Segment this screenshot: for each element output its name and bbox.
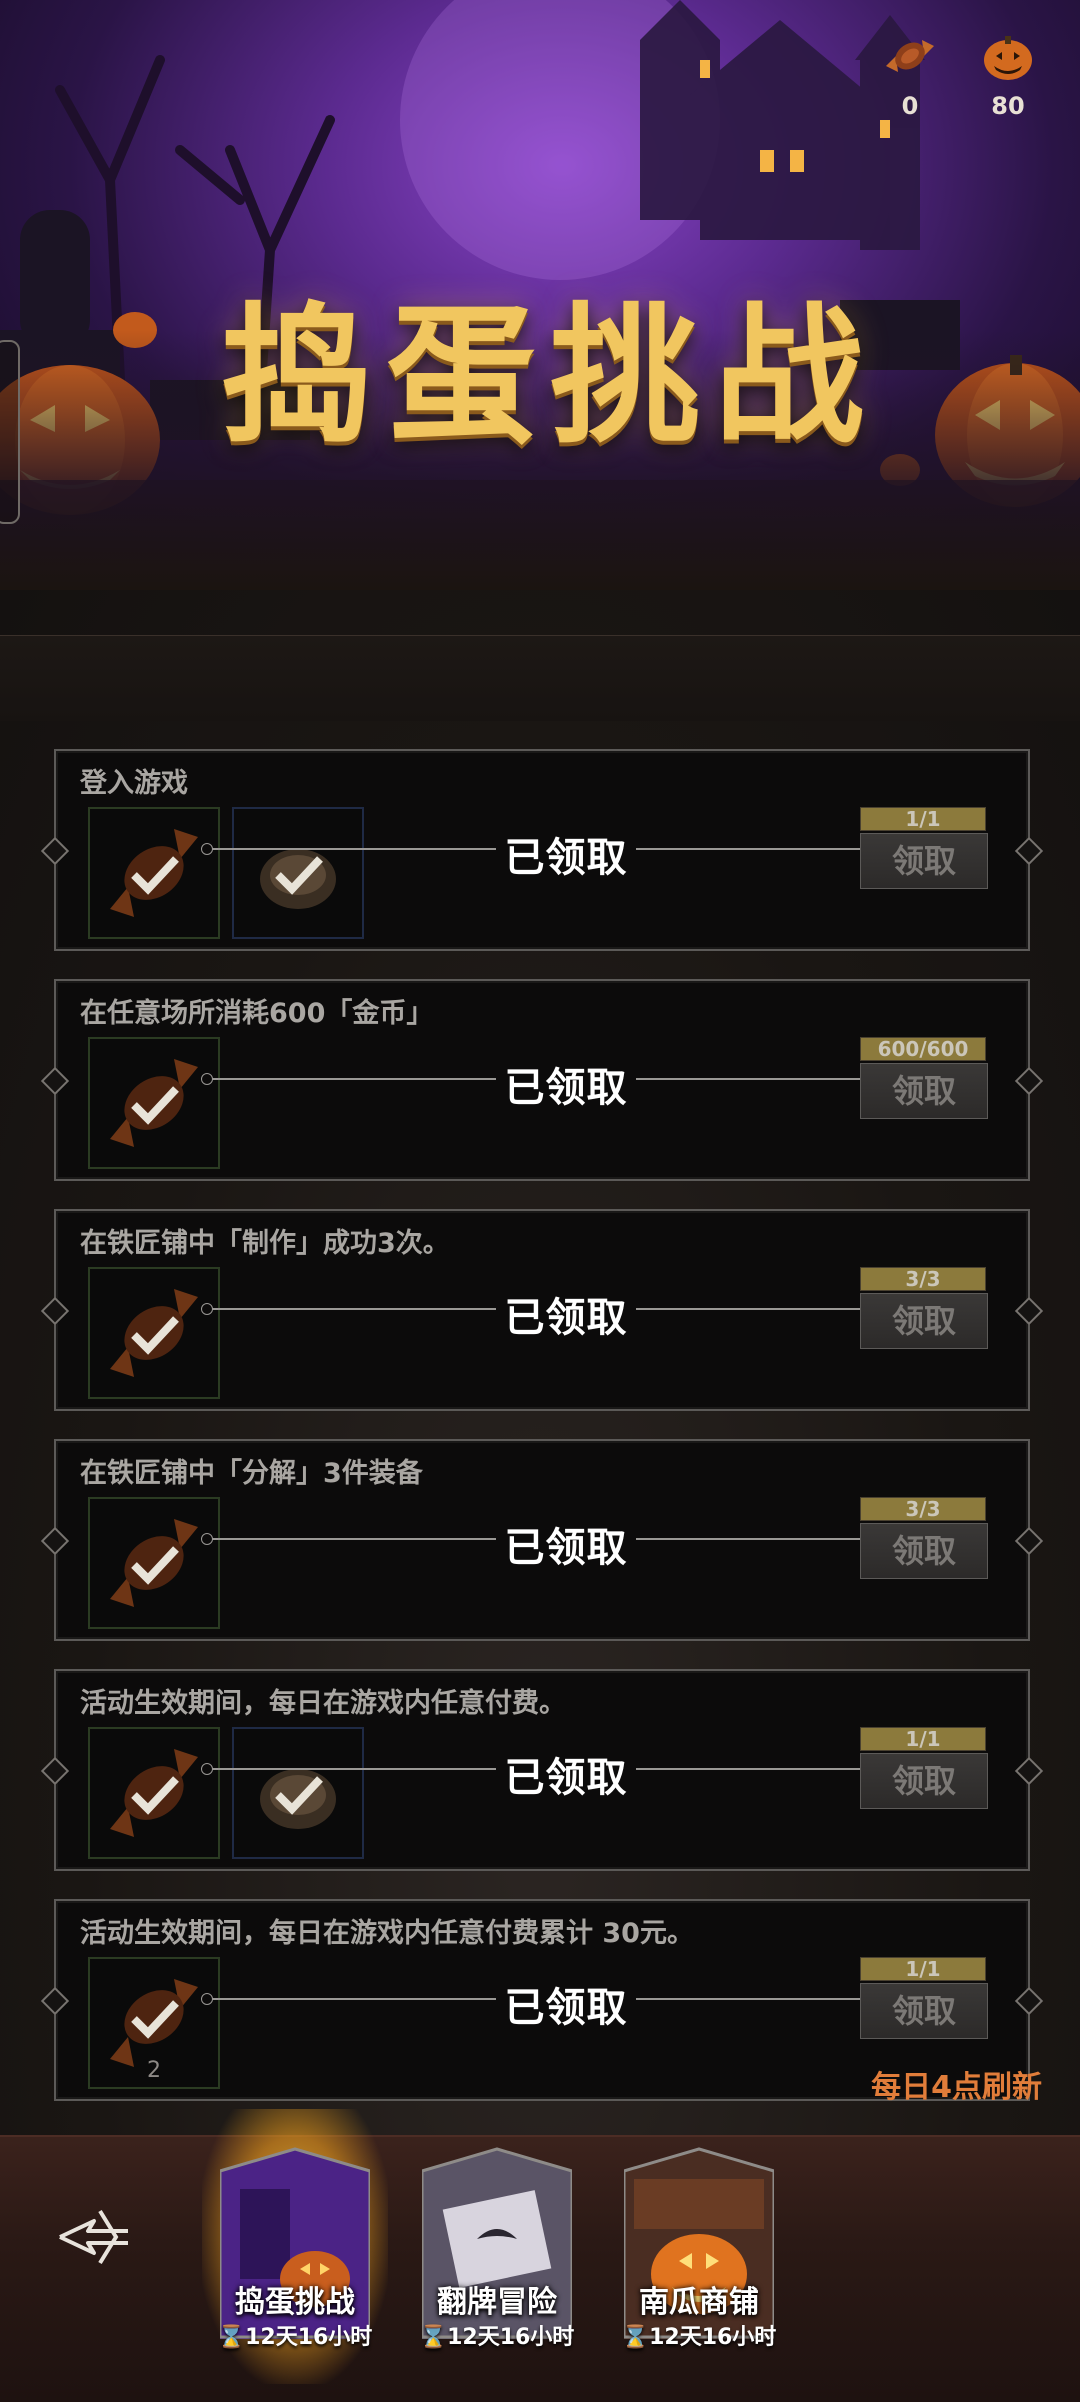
- claimed-status: 已领取: [504, 1985, 628, 2031]
- reward-slot[interactable]: [88, 1497, 220, 1629]
- coin-pouch-icon: [260, 849, 336, 909]
- side-drawer-handle[interactable]: [0, 340, 20, 524]
- task-card: 活动生效期间，每日在游戏内任意付费。 已领取 1/1 领取: [40, 1669, 1044, 1871]
- task-card: 登入游戏 已领取 1/1 领取: [40, 749, 1044, 951]
- reward-count: 2: [147, 2058, 161, 2083]
- candy-icon: [110, 1749, 198, 1837]
- reward-slot[interactable]: [88, 1037, 220, 1169]
- task-progress: 1/1: [860, 1727, 986, 1751]
- task-title: 活动生效期间，每日在游戏内任意付费。: [80, 1688, 566, 1719]
- task-title: 在铁匠铺中「分解」3件装备: [80, 1458, 423, 1489]
- candy-icon: [880, 26, 940, 86]
- candy-icon: [110, 1059, 198, 1147]
- claimed-status: 已领取: [504, 835, 628, 881]
- event-title: 捣蛋挑战: [221, 288, 878, 464]
- task-title: 在铁匠铺中「制作」成功3次。: [80, 1228, 450, 1259]
- claim-button[interactable]: 领取: [860, 1523, 988, 1579]
- tab-card-flip-adventure[interactable]: 翻牌冒险 ⌛12天16小时: [420, 2129, 574, 2350]
- candy-icon: [110, 1289, 198, 1377]
- task-title: 登入游戏: [80, 768, 188, 799]
- task-progress: 1/1: [860, 1957, 986, 1981]
- claim-button[interactable]: 领取: [860, 1983, 988, 2039]
- task-progress: 3/3: [860, 1497, 986, 1521]
- tab-timer: ⌛12天16小时: [621, 2325, 777, 2350]
- tab-prank-challenge[interactable]: 捣蛋挑战 ⌛12天16小时: [202, 2109, 388, 2384]
- reward-slot[interactable]: [232, 807, 364, 939]
- tab-timer: ⌛12天16小时: [217, 2325, 373, 2350]
- task-progress: 600/600: [860, 1037, 986, 1061]
- reward-slot[interactable]: [88, 807, 220, 939]
- candy-count: 0: [901, 92, 919, 120]
- claimed-status: 已领取: [504, 1755, 628, 1801]
- pumpkin-count: 80: [991, 92, 1025, 120]
- claim-button[interactable]: 领取: [860, 1753, 988, 1809]
- reward-slot[interactable]: [232, 1727, 364, 1859]
- claim-button[interactable]: 领取: [860, 1293, 988, 1349]
- task-title: 活动生效期间，每日在游戏内任意付费累计 30元。: [80, 1918, 694, 1949]
- back-arrow-icon[interactable]: [54, 2197, 134, 2277]
- candy-icon: [110, 1519, 198, 1607]
- task-progress: 1/1: [860, 807, 986, 831]
- pumpkin-currency[interactable]: 80: [973, 26, 1043, 120]
- tab-pumpkin-shop[interactable]: 南瓜商铺 ⌛12天16小时: [622, 2129, 776, 2350]
- tab-label: 南瓜商铺: [639, 2285, 759, 2320]
- tab-timer: ⌛12天16小时: [419, 2325, 575, 2350]
- candy-icon: [110, 829, 198, 917]
- reward-slot[interactable]: [88, 1267, 220, 1399]
- claimed-status: 已领取: [504, 1295, 628, 1341]
- task-progress: 3/3: [860, 1267, 986, 1291]
- event-banner: 捣蛋挑战 0 80: [0, 0, 1080, 590]
- coin-pouch-icon: [260, 1769, 336, 1829]
- claimed-status: 已领取: [504, 1525, 628, 1571]
- tab-label: 翻牌冒险: [437, 2285, 557, 2320]
- task-title: 在任意场所消耗600「金币」: [80, 998, 434, 1029]
- bottom-nav: 捣蛋挑战 ⌛12天16小时 翻牌冒险 ⌛12天16小时 南瓜商铺 ⌛12天16小…: [0, 2109, 1080, 2402]
- task-card: 在任意场所消耗600「金币」 已领取 600/600 领取: [40, 979, 1044, 1181]
- candy-currency[interactable]: 0: [875, 26, 945, 120]
- claim-button[interactable]: 领取: [860, 833, 988, 889]
- pumpkin-icon: [978, 26, 1038, 86]
- task-card: 在铁匠铺中「分解」3件装备 已领取 3/3 领取: [40, 1439, 1044, 1641]
- task-card: 在铁匠铺中「制作」成功3次。 已领取 3/3 领取: [40, 1209, 1044, 1411]
- reward-slot[interactable]: [88, 1727, 220, 1859]
- claim-button[interactable]: 领取: [860, 1063, 988, 1119]
- panel-header-strip: [0, 635, 1080, 721]
- reward-slot[interactable]: 2: [88, 1957, 220, 2089]
- tab-label: 捣蛋挑战: [235, 2285, 355, 2320]
- refresh-note: 每日4点刷新: [871, 2070, 1042, 2105]
- claimed-status: 已领取: [504, 1065, 628, 1111]
